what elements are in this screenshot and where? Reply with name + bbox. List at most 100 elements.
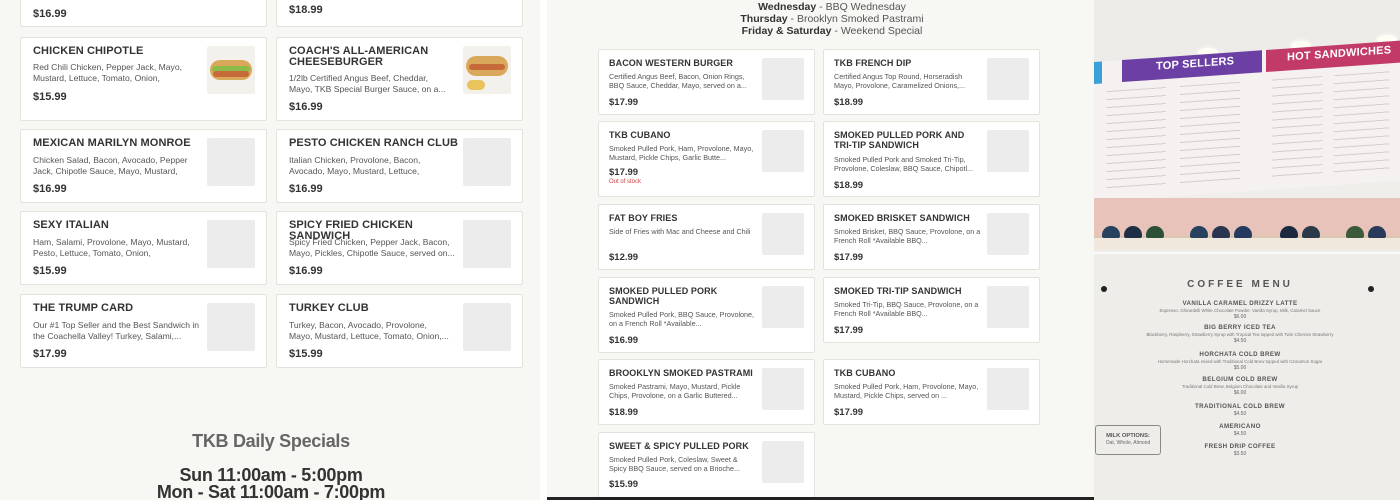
milk-options-box: MILK OPTIONS: Oat, Whole, Almond: [1095, 425, 1161, 455]
item-price: $16.99: [289, 265, 323, 277]
item-price: $17.99: [834, 407, 864, 418]
hat: [1280, 226, 1298, 238]
item-price: $15.99: [33, 91, 67, 103]
coffee-item: BIG BERRY ICED TEA Blackberry, Raspberry,…: [1146, 324, 1334, 344]
item-name: SMOKED PULLED PORK AND TRI-TIP SANDWICH: [834, 130, 965, 150]
store-photo: TOP SELLERS HOT SANDWICHES COFFEE MENU V…: [1094, 0, 1400, 500]
menu-item-card[interactable]: SMOKED TRI-TIP SANDWICH Smoked Tri-Tip, …: [823, 277, 1040, 343]
coffee-item: VANILLA CARAMEL DRIZZY LATTE Espresso, Gh…: [1159, 300, 1321, 320]
coffee-item: TRADITIONAL COLD BREW $4.50: [1194, 403, 1286, 417]
menu-panel-left: $16.99 $18.99 CHICKEN CHIPOTLE Red Chili…: [0, 0, 540, 500]
item-price: $16.99: [33, 8, 67, 20]
image-placeholder: [207, 138, 255, 186]
item-price: $18.99: [834, 180, 864, 191]
item-description: Smoked Pulled Pork, Ham, Provolone, Mayo…: [609, 144, 754, 162]
menu-item-card[interactable]: $18.99: [276, 0, 523, 27]
image-placeholder: [987, 130, 1029, 172]
menu-board: TOP SELLERS HOT SANDWICHES: [1094, 40, 1400, 203]
item-price: $16.99: [33, 183, 67, 195]
item-name: MEXICAN MARILYN MONROE: [33, 137, 191, 149]
menu-item-card[interactable]: TKB FRENCH DIP Certified Angus Top Round…: [823, 49, 1040, 115]
item-description: Red Chili Chicken, Pepper Jack, Mayo, Mu…: [33, 62, 183, 83]
shelf: [1094, 236, 1400, 250]
menu-item-card[interactable]: SWEET & SPICY PULLED PORK Smoked Pulled …: [598, 432, 815, 498]
menu-item-card[interactable]: SPICY FRIED CHICKEN SANDWICH Spicy Fried…: [276, 211, 523, 285]
menu-item-card[interactable]: TKB CUBANO Smoked Pulled Pork, Ham, Prov…: [823, 359, 1040, 425]
item-description: Ham, Salami, Provolone, Mayo, Mustard, P…: [33, 237, 190, 258]
hat: [1102, 226, 1120, 238]
item-name: CHICKEN CHIPOTLE: [33, 45, 144, 57]
item-name: SEXY ITALIAN: [33, 219, 109, 231]
item-price: $17.99: [609, 97, 639, 108]
menu-item-card[interactable]: FAT BOY FRIES Side of Fries with Mac and…: [598, 204, 815, 270]
menu-item-card[interactable]: TURKEY CLUB Turkey, Bacon, Avocado, Prov…: [276, 294, 523, 368]
menu-item-card[interactable]: SMOKED PULLED PORK AND TRI-TIP SANDWICH …: [823, 121, 1040, 197]
item-name: BROOKLYN SMOKED PASTRAMI: [609, 368, 753, 378]
item-description: Chicken Salad, Bacon, Avocado, Pepper Ja…: [33, 155, 188, 176]
item-price: $16.99: [289, 101, 323, 113]
item-price: $17.99: [834, 325, 864, 336]
item-price: $17.99: [33, 348, 67, 360]
item-price: $17.99: [834, 252, 864, 263]
image-placeholder: [762, 368, 804, 410]
burger-photo: [463, 46, 511, 94]
item-price: $15.99: [609, 479, 639, 490]
special-day-line: Friday & Saturday - Weekend Special: [741, 25, 923, 37]
special-day-line: Wednesday - BBQ Wednesday: [758, 1, 906, 13]
image-placeholder: [987, 286, 1029, 328]
item-price: $16.99: [289, 183, 323, 195]
menu-item-card[interactable]: PESTO CHICKEN RANCH CLUB Italian Chicken…: [276, 129, 523, 203]
image-placeholder: [987, 213, 1029, 255]
item-name: PESTO CHICKEN RANCH CLUB: [289, 137, 459, 149]
hat: [1302, 226, 1320, 238]
item-description: Smoked Pastrami, Mayo, Mustard, Pickle C…: [609, 382, 741, 400]
item-description: Certified Angus Top Round, Horseradish M…: [834, 72, 966, 90]
menu-item-card[interactable]: SMOKED BRISKET SANDWICH Smoked Brisket, …: [823, 204, 1040, 270]
item-name: THE TRUMP CARD: [33, 302, 134, 314]
menu-item-card[interactable]: SEXY ITALIAN Ham, Salami, Provolone, May…: [20, 211, 267, 285]
item-name: BACON WESTERN BURGER: [609, 58, 734, 68]
image-placeholder: [463, 138, 511, 186]
item-name: TKB CUBANO: [609, 130, 671, 140]
item-description: Smoked Pulled Pork, Ham, Provolone, Mayo…: [834, 382, 979, 400]
image-placeholder: [762, 441, 804, 483]
menu-item-card[interactable]: COACH'S ALL-AMERICAN CHEESEBURGER 1/2lb …: [276, 37, 523, 121]
menu-item-card[interactable]: SMOKED PULLED PORK SANDWICH Smoked Pulle…: [598, 277, 815, 353]
hat: [1124, 226, 1142, 238]
menu-item-card[interactable]: BROOKLYN SMOKED PASTRAMI Smoked Pastrami…: [598, 359, 815, 425]
menu-item-card[interactable]: $16.99: [20, 0, 267, 27]
menu-item-card[interactable]: BACON WESTERN BURGER Certified Angus Bee…: [598, 49, 815, 115]
hat: [1368, 226, 1386, 238]
specials-heading: TKB Daily Specials: [192, 431, 350, 451]
item-price: $15.99: [289, 348, 323, 360]
image-placeholder: [762, 286, 804, 328]
item-description: Smoked Pulled Pork and Smoked Tri-Tip, P…: [834, 155, 974, 173]
menu-item-card[interactable]: TKB CUBANO Smoked Pulled Pork, Ham, Prov…: [598, 121, 815, 197]
item-name: SMOKED BRISKET SANDWICH: [834, 213, 970, 223]
image-placeholder: [762, 58, 804, 100]
menu-item-card[interactable]: THE TRUMP CARD Our #1 Top Seller and the…: [20, 294, 267, 368]
item-name: COACH'S ALL-AMERICAN CHEESEBURGER: [289, 45, 429, 68]
item-description: Spicy Fried Chicken, Pepper Jack, Bacon,…: [289, 237, 455, 258]
image-placeholder: [762, 213, 804, 255]
item-description: Smoked Tri-Tip, BBQ Sauce, Provolone, on…: [834, 300, 979, 318]
item-name: TKB CUBANO: [834, 368, 896, 378]
image-placeholder: [207, 220, 255, 268]
item-name: TKB FRENCH DIP: [834, 58, 912, 68]
menu-item-card[interactable]: MEXICAN MARILYN MONROE Chicken Salad, Ba…: [20, 129, 267, 203]
image-placeholder: [987, 368, 1029, 410]
item-description: Smoked Pulled Pork, Coleslaw, Sweet & Sp…: [609, 455, 741, 473]
item-name: FAT BOY FRIES: [609, 213, 678, 223]
item-price: $17.99: [609, 167, 639, 178]
special-day-line: Thursday - Brooklyn Smoked Pastrami: [740, 13, 924, 25]
hat: [1234, 226, 1252, 238]
item-description: Side of Fries with Mac and Cheese and Ch…: [609, 227, 751, 236]
menu-item-card[interactable]: CHICKEN CHIPOTLE Red Chili Chicken, Pepp…: [20, 37, 267, 121]
hat: [1190, 226, 1208, 238]
item-name: SWEET & SPICY PULLED PORK: [609, 441, 749, 451]
coffee-item: BELGIUM COLD BREW Traditional Cold Brew, …: [1181, 376, 1299, 396]
item-price: $18.99: [609, 407, 639, 418]
item-description: Smoked Brisket, BBQ Sauce, Provolone, on…: [834, 227, 981, 245]
item-description: Certified Angus Beef, Bacon, Onion Rings…: [609, 72, 747, 90]
panel-divider: [540, 0, 547, 500]
